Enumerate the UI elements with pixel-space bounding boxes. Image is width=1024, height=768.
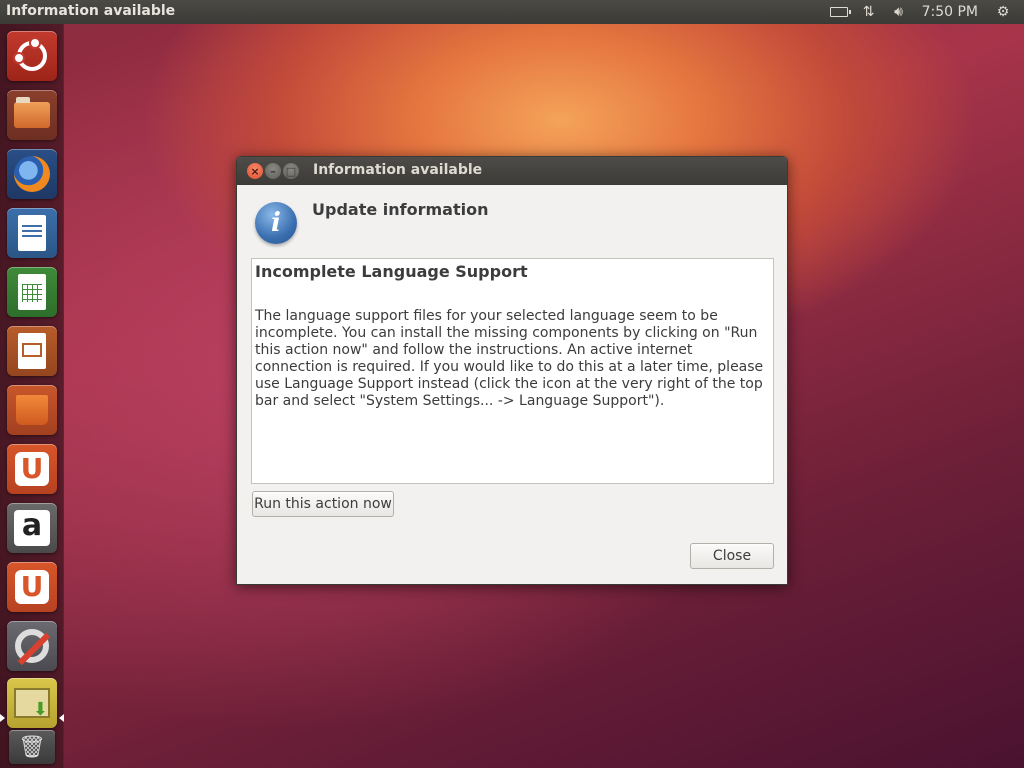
update-manager-launcher[interactable] [7,678,57,728]
firefox-launcher[interactable] [7,149,57,199]
folder-icon [14,97,50,128]
impress-presentation-icon [18,333,46,369]
top-panel: Information available ⇅ 🔊︎ 7:50 PM ⚙ [0,0,1024,24]
focused-indicator-icon [59,714,64,722]
ubuntu-logo-icon [13,37,47,71]
files-launcher[interactable] [7,90,57,140]
music-headphones-icon: U [15,570,49,604]
calc-spreadsheet-icon [18,274,46,310]
dialog-title: Information available [313,162,483,178]
trash-icon: 🗑︎ [18,734,46,760]
package-download-icon [14,688,50,720]
amazon-launcher[interactable]: a [7,503,57,553]
ubuntu-one-music-launcher[interactable]: U [7,562,57,612]
dialog-heading: Update information [312,200,489,219]
dialog-titlebar[interactable]: × – □ Information available [237,157,787,185]
shopping-bag-icon [16,395,48,425]
network-updown-icon[interactable]: ⇅ [854,0,884,24]
calc-launcher[interactable] [7,267,57,317]
indicator-area: ⇅ 🔊︎ 7:50 PM ⚙ [824,0,1018,24]
trash-launcher[interactable]: 🗑︎ [9,730,55,764]
ubuntu-one-launcher[interactable]: U [7,444,57,494]
session-gear-icon[interactable]: ⚙ [988,0,1018,24]
volume-icon[interactable]: 🔊︎ [884,0,914,24]
launcher: U a U 🗑︎ [0,24,64,768]
dash-home-button[interactable] [7,31,57,81]
info-icon: i [255,202,297,244]
active-window-title: Information available [6,3,176,19]
amazon-icon: a [14,510,50,546]
running-indicator-icon [0,714,5,722]
details-title: Incomplete Language Support [255,262,528,281]
details-textview[interactable]: Incomplete Language Support The language… [251,258,774,484]
information-dialog: × – □ Information available i Update inf… [236,156,788,585]
keyboard-battery-icon[interactable] [824,0,854,24]
close-button[interactable]: Close [690,543,774,569]
window-close-icon[interactable]: × [247,163,263,179]
firefox-icon [14,156,50,192]
window-maximize-icon[interactable]: □ [283,163,299,179]
writer-launcher[interactable] [7,208,57,258]
writer-document-icon [18,215,46,251]
impress-launcher[interactable] [7,326,57,376]
ubuntu-one-icon: U [15,452,49,486]
details-body: The language support files for your sele… [255,308,764,409]
window-minimize-icon[interactable]: – [265,163,281,179]
system-settings-launcher[interactable] [7,621,57,671]
software-center-launcher[interactable] [7,385,57,435]
clock[interactable]: 7:50 PM [914,0,988,24]
run-action-button[interactable]: Run this action now [252,491,394,517]
settings-wrench-icon [15,629,49,663]
